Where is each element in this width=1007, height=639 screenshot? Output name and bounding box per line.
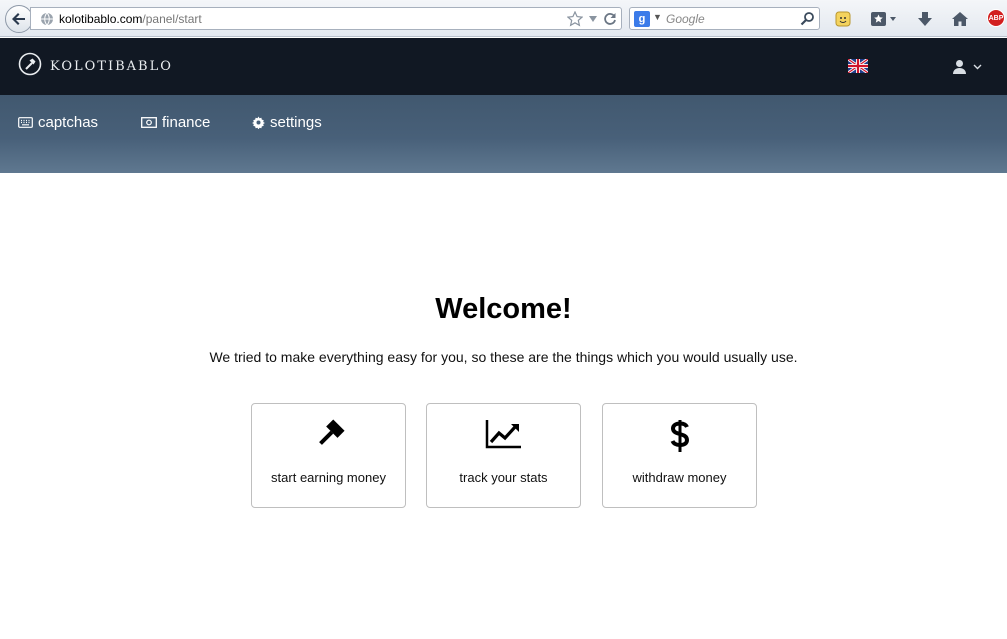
start-earning-card[interactable]: start earning money — [251, 403, 406, 508]
bookmarks-icon — [871, 12, 896, 26]
keyboard-icon — [18, 117, 33, 128]
site-header: kolotibablo — [0, 38, 1007, 95]
card-label: start earning money — [271, 470, 386, 485]
bookmarks-menu-button[interactable] — [868, 8, 900, 30]
google-engine-icon[interactable]: g — [634, 11, 650, 27]
dollar-icon — [670, 420, 689, 452]
url-host: kolotibablo.com — [59, 12, 143, 26]
adblock-plus-button[interactable]: ABP — [987, 9, 1005, 27]
browser-toolbar: kolotibablo.com/panel/start g ▼ Google A… — [0, 0, 1007, 37]
site-logo[interactable]: kolotibablo — [18, 52, 173, 76]
card-label: withdraw money — [632, 470, 727, 485]
nav-item-settings[interactable]: settings — [252, 114, 322, 131]
card-icon-wrap — [252, 418, 405, 452]
nav-label-settings: settings — [270, 114, 322, 131]
hammer-logo-icon — [18, 52, 42, 76]
back-button[interactable] — [5, 5, 33, 33]
address-bar[interactable]: kolotibablo.com/panel/start — [30, 7, 622, 30]
back-arrow-icon — [12, 13, 25, 25]
downloads-button[interactable] — [914, 8, 936, 30]
track-stats-card[interactable]: track your stats — [426, 403, 581, 508]
url-path: /panel/start — [142, 12, 202, 26]
globe-icon — [41, 12, 53, 26]
page-title: Welcome! — [435, 293, 572, 325]
url-actions — [567, 11, 617, 27]
url-text[interactable]: kolotibablo.com/panel/start — [59, 12, 202, 26]
addon-icon[interactable] — [832, 8, 854, 30]
user-menu[interactable] — [952, 59, 982, 74]
smiley-addon-icon — [835, 11, 851, 27]
logo-text: kolotibablo — [50, 53, 173, 75]
page-subtitle: We tried to make everything easy for you… — [209, 349, 798, 365]
nav-item-finance[interactable]: finance — [141, 114, 210, 131]
card-icon-wrap — [427, 418, 580, 450]
main-navigation: captchas finance settings — [0, 95, 1007, 173]
user-icon — [953, 60, 966, 74]
reload-icon[interactable] — [603, 12, 617, 26]
engine-caret-icon[interactable]: ▼ — [653, 12, 662, 22]
download-arrow-icon — [918, 12, 932, 26]
chevron-down-icon — [973, 64, 982, 69]
search-icon[interactable] — [800, 11, 815, 26]
withdraw-money-card[interactable]: withdraw money — [602, 403, 757, 508]
gear-icon — [252, 116, 265, 129]
dropdown-arrow-icon[interactable] — [588, 15, 598, 23]
nav-label-captchas: captchas — [38, 114, 99, 131]
search-input[interactable]: Google — [666, 12, 705, 26]
home-button[interactable] — [949, 8, 971, 30]
nav-label-finance: finance — [162, 114, 211, 131]
uk-flag-icon[interactable] — [848, 59, 868, 73]
bookmark-star-icon[interactable] — [567, 11, 583, 27]
home-icon — [952, 12, 968, 26]
search-bar[interactable]: g ▼ Google — [629, 7, 820, 30]
money-icon — [141, 117, 157, 128]
card-icon-wrap — [603, 418, 756, 454]
nav-item-captchas[interactable]: captchas — [18, 114, 98, 131]
gavel-icon — [318, 419, 345, 445]
card-label: track your stats — [459, 470, 548, 485]
line-chart-icon — [485, 420, 521, 449]
